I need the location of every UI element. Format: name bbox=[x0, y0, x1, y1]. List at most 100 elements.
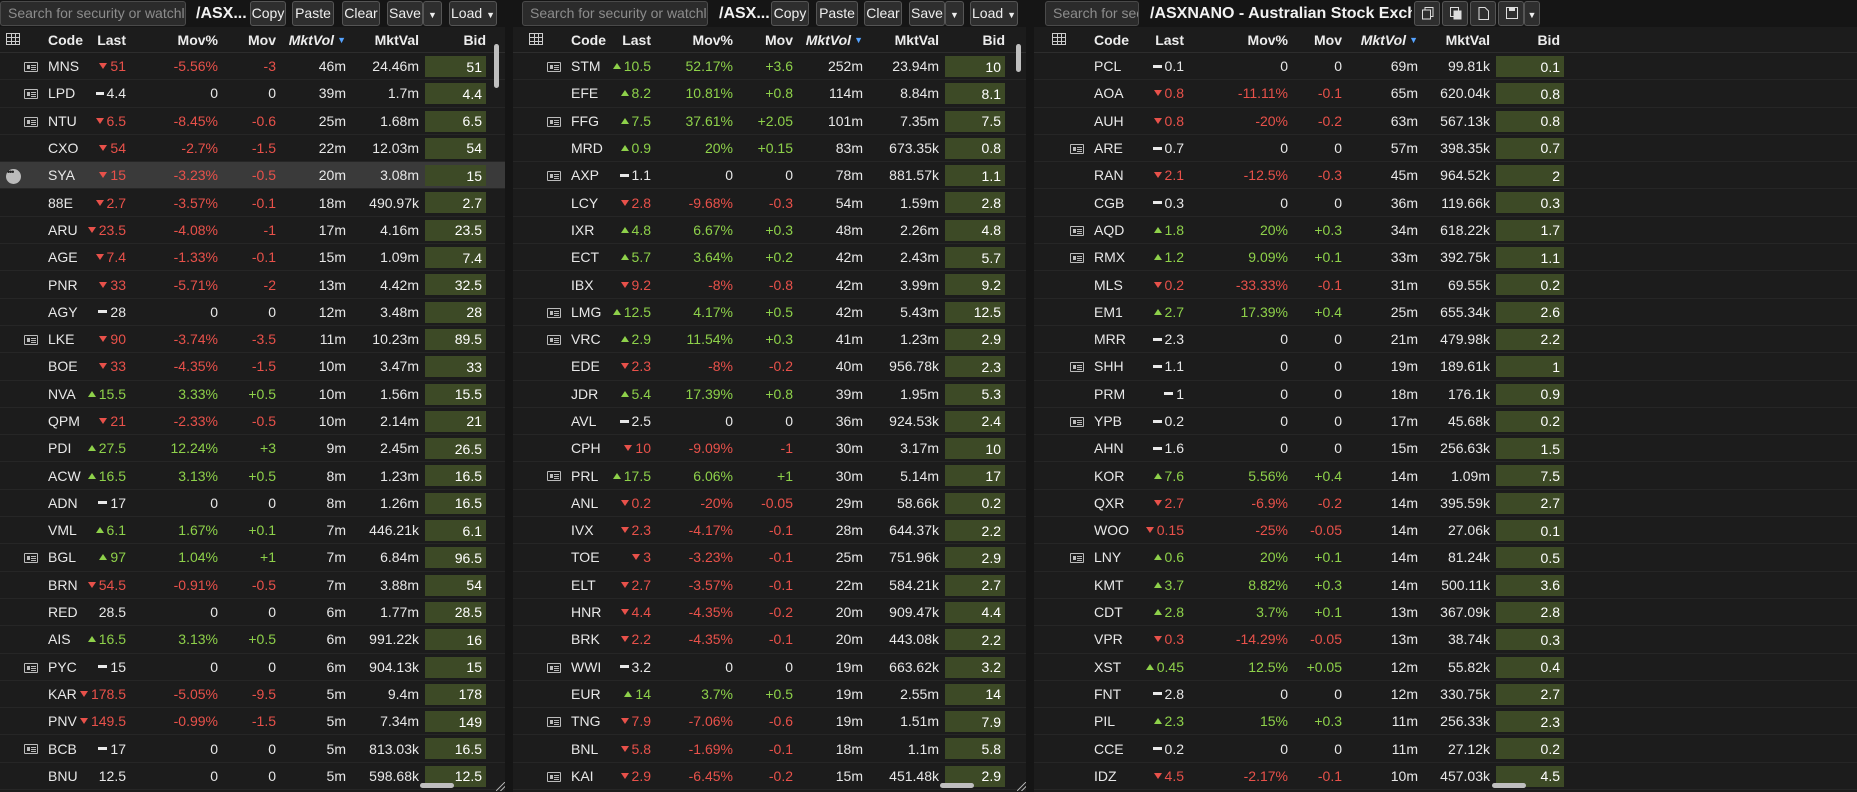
column-header-mov[interactable]: Mov bbox=[1298, 27, 1342, 53]
save-button[interactable]: Save bbox=[387, 1, 423, 26]
table-row[interactable]: PRM 1 0 0 18m 176.1k 0.9 bbox=[1034, 381, 1857, 408]
table-row[interactable]: EUR 14 3.7% +0.5 19m 2.55m 14 bbox=[513, 681, 1026, 709]
table-row[interactable]: BOE 33 -4.35% -1.5 10m 3.47m 33 bbox=[0, 353, 505, 381]
table-row[interactable]: SHH 1.1 0 0 19m 189.61k 1 bbox=[1034, 353, 1857, 381]
news-icon[interactable] bbox=[547, 717, 561, 728]
news-icon[interactable] bbox=[547, 334, 561, 345]
grid-settings-icon[interactable] bbox=[529, 33, 543, 45]
resize-handle-icon[interactable] bbox=[496, 782, 505, 791]
table-row[interactable]: BNL 5.8 -1.69% -0.1 18m 1.1m 5.8 bbox=[513, 735, 1026, 763]
duplicate-button[interactable] bbox=[1414, 1, 1440, 26]
save-icon-button[interactable] bbox=[1498, 1, 1524, 26]
table-row[interactable]: RED 28.5 0 0 6m 1.77m 28.5 bbox=[0, 599, 505, 627]
column-header-mktval[interactable]: MktVal bbox=[1426, 27, 1490, 53]
table-row[interactable]: TOE 3 -3.23% -0.1 25m 751.96k 2.9 bbox=[513, 544, 1026, 572]
table-row[interactable]: BCB 17 0 0 5m 813.03k 16.5 bbox=[0, 735, 505, 763]
table-row[interactable]: PIL 2.3 15% +0.3 11m 256.33k 2.3 bbox=[1034, 708, 1857, 736]
table-row[interactable]: AHN 1.6 0 0 15m 256.63k 1.5 bbox=[1034, 435, 1857, 463]
load-button[interactable]: Load ▼ bbox=[449, 1, 497, 26]
search-input[interactable]: Search for security or watchlist... bbox=[1045, 1, 1139, 26]
news-icon[interactable] bbox=[24, 89, 38, 100]
news-icon[interactable] bbox=[547, 307, 561, 318]
table-row[interactable]: IDZ 4.5 -2.17% -0.1 10m 457.03k 4.5 bbox=[1034, 763, 1857, 791]
table-row[interactable]: QPM 21 -2.33% -0.5 10m 2.14m 21 bbox=[0, 408, 505, 436]
column-header-last[interactable]: Last bbox=[1142, 27, 1184, 53]
table-row[interactable]: HNR 4.4 -4.35% -0.2 20m 909.47k 4.4 bbox=[513, 599, 1026, 627]
news-icon[interactable] bbox=[24, 62, 38, 72]
save-menu-button[interactable]: ▼ bbox=[423, 1, 442, 26]
table-row[interactable]: BRK 2.2 -4.35% -0.1 20m 443.08k 2.2 bbox=[513, 626, 1026, 654]
table-row[interactable]: NTU 6.5 -8.45% -0.6 25m 1.68m 6.5 bbox=[0, 108, 505, 135]
table-row[interactable]: PYC 15 0 0 6m 904.13k 15 bbox=[0, 654, 505, 681]
table-row[interactable]: AIS 16.5 3.13% +0.5 6m 991.22k 16 bbox=[0, 626, 505, 654]
column-header-mov[interactable]: Mov bbox=[226, 27, 276, 53]
table-row[interactable]: IXR 4.8 6.67% +0.3 48m 2.26m 4.8 bbox=[513, 217, 1026, 245]
table-row[interactable]: EFE 8.2 10.81% +0.8 114m 8.84m 8.1 bbox=[513, 80, 1026, 108]
table-row[interactable]: AXP 1.1 0 0 78m 881.57k 1.1 bbox=[513, 162, 1026, 190]
search-input[interactable]: Search for security or watchlist... bbox=[522, 1, 708, 26]
column-header-bid[interactable]: Bid bbox=[425, 27, 486, 53]
news-icon[interactable] bbox=[24, 744, 38, 755]
table-row[interactable]: ACW 16.5 3.13% +0.5 8m 1.23m 16.5 bbox=[0, 462, 505, 490]
table-row[interactable]: PRL 17.5 6.06% +1 30m 5.14m 17 bbox=[513, 462, 1026, 490]
table-row[interactable]: LNY 0.6 20% +0.1 14m 81.24k 0.5 bbox=[1034, 544, 1857, 572]
clear-button[interactable]: Clear bbox=[864, 1, 902, 26]
column-header-bid[interactable]: Bid bbox=[1496, 27, 1564, 53]
table-row[interactable]: ARE 0.7 0 0 57m 398.35k 0.7 bbox=[1034, 135, 1857, 163]
news-icon[interactable] bbox=[1070, 143, 1084, 154]
news-icon[interactable] bbox=[547, 116, 561, 127]
table-row[interactable]: CXO 54 -2.7% -1.5 22m 12.03m 54 bbox=[0, 135, 505, 163]
horizontal-scrollbar[interactable] bbox=[1492, 783, 1526, 788]
vertical-scrollbar[interactable] bbox=[1016, 44, 1021, 72]
column-header-last[interactable]: Last bbox=[96, 27, 126, 53]
table-row[interactable]: AGY 28 0 0 12m 3.48m 28 bbox=[0, 299, 505, 326]
table-row[interactable]: AUH 0.8 -20% -0.2 63m 567.13k 0.8 bbox=[1034, 108, 1857, 135]
table-row[interactable]: MLS 0.2 -33.33% -0.1 31m 69.55k 0.2 bbox=[1034, 271, 1857, 299]
table-row[interactable]: RAN 2.1 -12.5% -0.3 45m 964.52k 2 bbox=[1034, 162, 1857, 190]
table-row[interactable]: FNT 2.8 0 0 12m 330.75k 2.7 bbox=[1034, 681, 1857, 709]
table-row[interactable]: AGE 7.4 -1.33% -0.1 15m 1.09m 7.4 bbox=[0, 244, 505, 272]
resize-handle-icon[interactable] bbox=[1017, 782, 1026, 791]
column-header-mktvol[interactable]: MktVol ▼ bbox=[284, 27, 346, 53]
table-row[interactable]: EM1 2.7 17.39% +0.4 25m 655.34k 2.6 bbox=[1034, 299, 1857, 326]
table-row[interactable]: CGB 0.3 0 0 36m 119.66k 0.3 bbox=[1034, 189, 1857, 217]
horizontal-scrollbar[interactable] bbox=[420, 783, 454, 788]
table-row[interactable]: STM 10.5 52.17% +3.6 252m 23.94m 10 bbox=[513, 53, 1026, 81]
copy-icon-button[interactable] bbox=[1442, 1, 1468, 26]
save-menu-button[interactable]: ▼ bbox=[1524, 1, 1540, 26]
table-row[interactable]: LCY 2.8 -9.68% -0.3 54m 1.59m 2.8 bbox=[513, 189, 1026, 217]
table-row[interactable]: PDI 27.5 12.24% +3 9m 2.45m 26.5 bbox=[0, 435, 505, 463]
table-row[interactable]: CCE 0.2 0 0 11m 27.12k 0.2 bbox=[1034, 735, 1857, 763]
news-icon[interactable] bbox=[1070, 225, 1084, 236]
table-row[interactable]: LPD 4.4 0 0 39m 1.7m 4.4 bbox=[0, 80, 505, 108]
table-row[interactable]: BRN 54.5 -0.91% -0.5 7m 3.88m 54 bbox=[0, 572, 505, 599]
table-row[interactable]: QXR 2.7 -6.9% -0.2 14m 395.59k 2.7 bbox=[1034, 490, 1857, 518]
table-row[interactable]: KOR 7.6 5.56% +0.4 14m 1.09m 7.5 bbox=[1034, 462, 1857, 490]
grid-settings-icon[interactable] bbox=[1052, 33, 1066, 45]
table-row[interactable]: MRR 2.3 0 0 21m 479.98k 2.2 bbox=[1034, 326, 1857, 354]
table-row[interactable]: FFG 7.5 37.61% +2.05 101m 7.35m 7.5 bbox=[513, 108, 1026, 135]
table-row[interactable]: KAR 178.5 -5.05% -9.5 5m 9.4m 178 bbox=[0, 681, 505, 709]
table-row[interactable]: IVX 2.3 -4.17% -0.1 28m 644.37k 2.2 bbox=[513, 517, 1026, 545]
table-row[interactable]: VML 6.1 1.67% +0.1 7m 446.21k 6.1 bbox=[0, 517, 505, 545]
paste-button[interactable]: Paste bbox=[292, 1, 334, 26]
table-row[interactable]: LKE 90 -3.74% -3.5 11m 10.23m 89.5 bbox=[0, 326, 505, 354]
news-icon[interactable] bbox=[547, 662, 561, 673]
column-header-last[interactable]: Last bbox=[616, 27, 651, 53]
news-icon[interactable] bbox=[1070, 362, 1084, 373]
load-button[interactable]: Load ▼ bbox=[970, 1, 1018, 26]
column-header-code[interactable]: Code bbox=[48, 27, 83, 53]
table-row[interactable]: IBX 9.2 -8% -0.8 42m 3.99m 9.2 bbox=[513, 271, 1026, 299]
column-header-code[interactable]: Code bbox=[1094, 27, 1129, 53]
table-row[interactable]: AVL 2.5 0 0 36m 924.53k 2.4 bbox=[513, 408, 1026, 436]
column-header-mov-pct[interactable]: Mov% bbox=[689, 27, 733, 53]
table-row[interactable]: PNV 149.5 -0.99% -1.5 5m 7.34m 149 bbox=[0, 708, 505, 736]
column-header-mktvol[interactable]: MktVol ▼ bbox=[803, 27, 863, 53]
news-icon[interactable] bbox=[24, 116, 38, 127]
column-header-code[interactable]: Code bbox=[571, 27, 606, 53]
table-row[interactable]: WOO 0.15 -25% -0.05 14m 27.06k 0.1 bbox=[1034, 517, 1857, 545]
table-row[interactable]: ECT 5.7 3.64% +0.2 42m 2.43m 5.7 bbox=[513, 244, 1026, 272]
table-row[interactable]: 88E 2.7 -3.57% -0.1 18m 490.97k 2.7 bbox=[0, 189, 505, 217]
table-row[interactable]: WWI 3.2 0 0 19m 663.62k 3.2 bbox=[513, 654, 1026, 681]
copy-button[interactable]: Copy bbox=[250, 1, 286, 26]
